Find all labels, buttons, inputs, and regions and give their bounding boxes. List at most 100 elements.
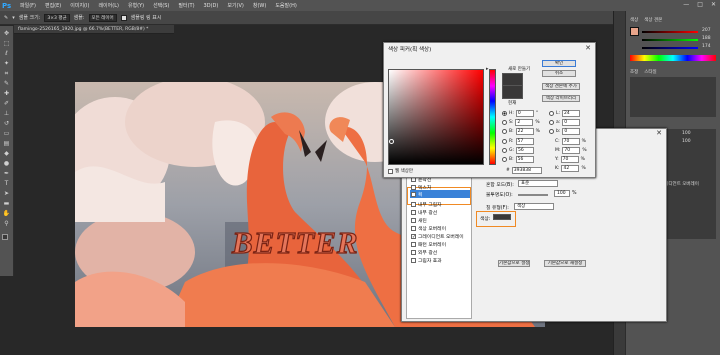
fill-type-select[interactable]: 색상	[514, 203, 554, 210]
radio-a[interactable]	[549, 120, 554, 125]
sample-select[interactable]: 모든 레이어	[88, 13, 117, 22]
crop-tool-icon[interactable]: ⌗	[2, 70, 11, 78]
make-default-button[interactable]: 기본값으로 설정	[498, 260, 530, 267]
radio-b[interactable]	[502, 129, 507, 134]
tab-color[interactable]: 색상	[630, 17, 638, 23]
menu-type[interactable]: 유형(Y)	[128, 2, 144, 9]
opacity-slider[interactable]	[518, 194, 548, 196]
style-item-outer-glow[interactable]: 외부 광선	[418, 249, 437, 256]
eyedropper-tool-icon[interactable]: ✎	[2, 80, 11, 88]
type-tool-icon[interactable]: T	[2, 180, 11, 188]
add-to-swatches-button[interactable]: 색상 견본에 추가	[542, 83, 580, 90]
lab-b-input[interactable]: 0	[562, 128, 581, 135]
blue-slider[interactable]	[642, 47, 698, 49]
menu-select[interactable]: 선택(S)	[153, 2, 169, 9]
close-button[interactable]: ✕	[711, 1, 716, 8]
radio-g[interactable]	[502, 148, 507, 153]
radio-blue[interactable]	[502, 157, 507, 162]
style-item-stroke[interactable]: 획	[418, 191, 422, 198]
g-input[interactable]: 56	[516, 147, 535, 154]
maximize-button[interactable]: □	[697, 1, 703, 8]
menu-help[interactable]: 도움말(H)	[275, 2, 296, 9]
style-checkbox[interactable]	[411, 242, 416, 247]
y-input[interactable]: 70	[560, 156, 579, 163]
panel-foreground-swatch[interactable]	[630, 27, 639, 36]
saturation-brightness-field[interactable]	[388, 69, 484, 165]
style-item-drop-shadow[interactable]: 그림자 효과	[418, 257, 442, 264]
reset-default-button[interactable]: 기본값으로 재설정	[544, 260, 586, 267]
style-checkbox[interactable]	[411, 210, 416, 215]
h-input[interactable]: 0	[515, 110, 534, 117]
healing-brush-icon[interactable]: ✚	[2, 90, 11, 98]
brush-tool-icon[interactable]: ✐	[2, 100, 11, 108]
green-value[interactable]: 188	[702, 36, 711, 41]
chevron-down-icon[interactable]: ▾	[12, 15, 15, 21]
l-input[interactable]: 24	[562, 110, 581, 117]
eyedropper-icon[interactable]: ✎	[4, 15, 8, 21]
menu-image[interactable]: 이미지(I)	[70, 2, 89, 9]
current-color-swatch[interactable]	[502, 86, 523, 99]
radio-s[interactable]	[502, 120, 507, 125]
sample-size-select[interactable]: 3×3 평균	[44, 13, 70, 22]
a-input[interactable]: 0	[562, 119, 581, 126]
marquee-tool-icon[interactable]: ⬚	[2, 40, 11, 48]
tab-styles[interactable]: 스타일	[644, 69, 656, 75]
zoom-tool-icon[interactable]: ⚲	[2, 220, 11, 228]
color-libraries-button[interactable]: 색상 라이브러리	[542, 95, 580, 102]
opacity-value[interactable]: 100	[682, 131, 691, 136]
radio-r[interactable]	[502, 139, 507, 144]
style-item-inner-shadow[interactable]: 내부 그림자	[418, 201, 442, 208]
style-item-color-overlay[interactable]: 색상 오버레이	[418, 225, 446, 232]
color-ramp[interactable]	[630, 55, 716, 61]
style-item-gradient-overlay[interactable]: 그레이디언트 오버레이	[418, 233, 464, 240]
foreground-color-swatch[interactable]	[2, 234, 8, 240]
radio-h[interactable]	[502, 111, 507, 116]
menu-3d[interactable]: 3D(D)	[204, 3, 219, 9]
style-item-inner-glow[interactable]: 내부 광선	[418, 209, 437, 216]
color-picker-cursor-icon[interactable]	[389, 139, 394, 144]
shape-tool-icon[interactable]: ▬	[2, 200, 11, 208]
radio-lab-b[interactable]	[549, 129, 554, 134]
quick-select-icon[interactable]: ✦	[2, 60, 11, 68]
style-checkbox[interactable]: ✓	[411, 192, 416, 198]
style-checkbox[interactable]	[411, 250, 416, 255]
style-item-texture[interactable]: 텍스처	[418, 184, 431, 191]
history-brush-icon[interactable]: ↺	[2, 120, 11, 128]
style-checkbox[interactable]	[411, 185, 416, 190]
style-checkbox[interactable]	[411, 218, 416, 223]
blue-input[interactable]: 56	[515, 156, 534, 163]
style-checkbox[interactable]: ✓	[411, 234, 416, 240]
r-input[interactable]: 57	[515, 138, 534, 145]
hue-slider[interactable]	[489, 69, 496, 165]
k-input[interactable]: 42	[561, 165, 580, 172]
red-slider[interactable]	[642, 31, 698, 33]
style-checkbox[interactable]	[411, 226, 416, 231]
blur-tool-icon[interactable]: ◆	[2, 150, 11, 158]
cancel-button[interactable]: 취소	[542, 70, 576, 77]
tab-swatches[interactable]: 색상 견본	[644, 17, 662, 23]
blend-mode-select[interactable]: 표준	[518, 180, 558, 187]
path-select-icon[interactable]: ➤	[2, 190, 11, 198]
move-tool-icon[interactable]: ✥	[2, 30, 11, 38]
green-slider[interactable]	[642, 39, 698, 41]
style-item-pattern-overlay[interactable]: 패턴 오버레이	[418, 241, 446, 248]
lasso-tool-icon[interactable]: ℓ	[2, 50, 11, 58]
menu-window[interactable]: 창(W)	[253, 2, 266, 9]
ok-button[interactable]: 확인	[542, 60, 576, 67]
web-colors-only-checkbox[interactable]	[388, 168, 393, 174]
red-value[interactable]: 207	[702, 28, 711, 33]
opacity-input[interactable]: 100	[554, 190, 570, 197]
hue-marker-icon[interactable]: ▸	[486, 66, 489, 72]
menu-filter[interactable]: 필터(T)	[178, 2, 194, 9]
c-input[interactable]: 70	[561, 138, 580, 145]
blue-value[interactable]: 174	[702, 44, 711, 49]
radio-l[interactable]	[549, 111, 554, 116]
stamp-tool-icon[interactable]: ⊥	[2, 110, 11, 118]
menu-edit[interactable]: 편집(E)	[45, 2, 61, 9]
eraser-tool-icon[interactable]: ▭	[2, 130, 11, 138]
fill-value[interactable]: 100	[682, 139, 691, 144]
style-item-satin[interactable]: 새틴	[418, 217, 427, 224]
tab-adjustments[interactable]: 조정	[630, 69, 638, 75]
stroke-color-swatch[interactable]	[493, 214, 511, 220]
s-input[interactable]: 2	[515, 119, 534, 126]
